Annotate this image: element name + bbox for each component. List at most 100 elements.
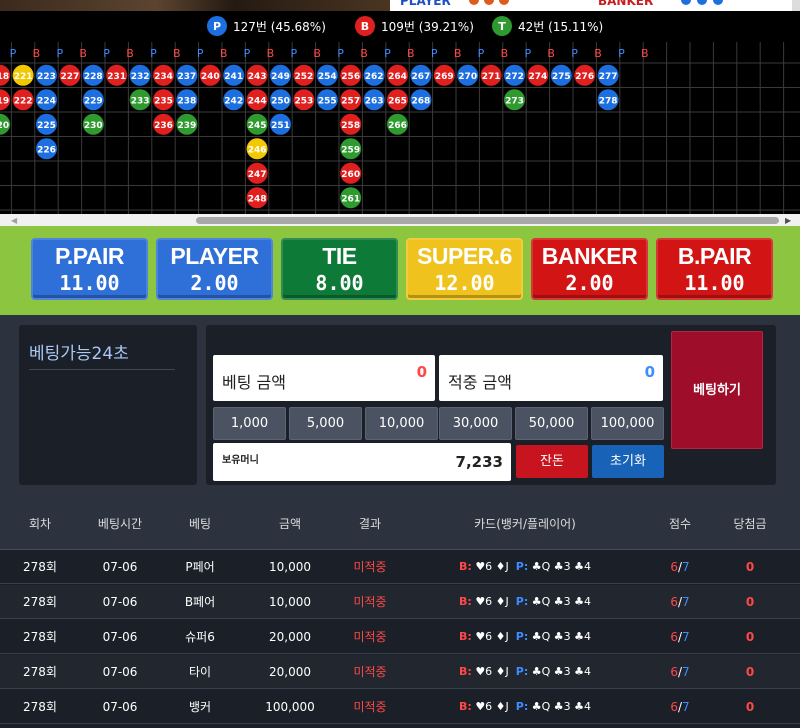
road-bead-number: 272: [505, 72, 524, 82]
road-header-letter: P: [150, 47, 157, 60]
time-cell: 07-06: [102, 699, 138, 714]
table-row: 278회 07-06 B페어 10,000 미적중 B: ♥6 ♦J P: ♣Q ♣3 ♣…: [0, 585, 800, 619]
road-bead-number: 262: [365, 72, 384, 82]
road-bead-number: 259: [341, 145, 360, 155]
result-cell: 미적중: [353, 595, 387, 609]
road-header-letter: P: [244, 47, 251, 60]
bet-cell: 슈퍼6: [185, 630, 215, 644]
cards-cell: B: ♥6 ♦J P: ♣Q ♣3 ♣4: [400, 585, 650, 618]
banker-cards: ♥6 ♦J: [475, 700, 509, 713]
odd-value: 2.00: [190, 271, 239, 295]
top-strip: PLAYER BANKER: [0, 0, 800, 11]
banker-cards-label: B:: [459, 700, 472, 713]
road-bead-number: 229: [84, 96, 103, 106]
player-score: 7: [682, 594, 690, 609]
banker-stat: B 109번 (39.21%): [355, 16, 474, 36]
player-cards-label: P:: [515, 595, 529, 608]
bet-cell: 타이: [188, 665, 212, 679]
road-bead-number: 238: [178, 96, 197, 106]
col-cards: 카드(뱅커/플레이어): [474, 517, 576, 531]
prize-cell: 0: [745, 594, 755, 609]
odd-super6-button[interactable]: SUPER.6 12.00: [406, 238, 523, 300]
banker-stat-text: 109번 (39.21%): [381, 19, 474, 34]
scroll-left-icon[interactable]: ◀: [11, 216, 17, 225]
road-bead-number: 264: [388, 72, 407, 82]
col-round: 회차: [28, 517, 52, 531]
road-header-letter: P: [197, 47, 204, 60]
horizontal-scrollbar[interactable]: ◀ ▶: [0, 214, 800, 226]
score-cell: 6/7: [650, 550, 710, 583]
chip-100000-button[interactable]: 100,000: [591, 407, 664, 440]
road-header-letter: P: [478, 47, 485, 60]
road-grid: P B P B P B P B P B P B P B P B P B P B P B P B P B P B 218 221 223 227…: [0, 42, 800, 214]
road-bead-number: 260: [341, 170, 360, 180]
road-bead-number: 241: [224, 72, 243, 82]
odd-name: B.PAIR: [677, 243, 752, 269]
road-bead-number: 225: [37, 121, 56, 131]
road-bead-number: 278: [599, 96, 618, 106]
odd-player-button[interactable]: PLAYER 2.00: [156, 238, 273, 300]
player-badge: P: [207, 16, 227, 36]
road-header-letter: B: [220, 47, 228, 60]
cards-cell: B: ♥6 ♦J P: ♣Q ♣3 ♣4: [400, 690, 650, 723]
chip-5000-button[interactable]: 5,000: [289, 407, 362, 440]
reset-button[interactable]: 초기화: [592, 445, 664, 478]
banker-cards: ♥6 ♦J: [475, 630, 509, 643]
scrollbar-thumb[interactable]: [196, 217, 779, 224]
player-stat-text: 127번 (45.68%): [233, 19, 326, 34]
time-cell: 07-06: [102, 594, 138, 609]
road-bead-number: 247: [248, 170, 267, 180]
bead-road: P B P B P B P B P B P B P B P B P B P B P B P B P B P B 218 221 223 227…: [0, 42, 800, 214]
small-change-button[interactable]: 잔돈: [516, 445, 588, 478]
win-amount-value: 0: [644, 363, 655, 381]
chip-10000-button[interactable]: 10,000: [365, 407, 438, 440]
place-bet-button[interactable]: 베팅하기: [671, 331, 763, 449]
odd-name: PLAYER: [170, 243, 259, 269]
round-cell: 278회: [23, 630, 57, 644]
road-bead-number: 244: [248, 96, 267, 106]
vertical-scrollbar[interactable]: [792, 0, 800, 11]
player-label: PLAYER: [400, 0, 451, 8]
table-row: 278회 07-06 P페어 10,000 미적중 B: ♥6 ♦J P: ♣Q ♣3 ♣…: [0, 550, 800, 584]
chip-50000-button[interactable]: 50,000: [515, 407, 588, 440]
odd-name: BANKER: [541, 243, 638, 269]
player-score: 7: [682, 699, 690, 714]
timer-underline: [29, 369, 175, 370]
road-header-letter: P: [618, 47, 625, 60]
banker-cards: ♥6 ♦J: [475, 595, 509, 608]
chip-1000-button[interactable]: 1,000: [213, 407, 286, 440]
road-header-letter: B: [313, 47, 321, 60]
odd-bpair-button[interactable]: B.PAIR 11.00: [656, 238, 773, 300]
amount-cell: 20,000: [269, 629, 311, 644]
result-cell: 미적중: [353, 560, 387, 574]
col-amount: 금액: [278, 517, 302, 531]
road-header-letter: B: [594, 47, 602, 60]
odd-banker-button[interactable]: BANKER 2.00: [531, 238, 648, 300]
banker-cards-label: B:: [459, 665, 472, 678]
scroll-right-icon[interactable]: ▶: [785, 216, 791, 225]
odd-tie-button[interactable]: TIE 8.00: [281, 238, 398, 300]
road-bead-number: 261: [341, 194, 360, 204]
banker-cards: ♥6 ♦J: [475, 665, 509, 678]
win-amount-label: 적중 금액: [448, 373, 512, 392]
odd-name: SUPER.6: [417, 243, 512, 269]
chip-30000-button[interactable]: 30,000: [439, 407, 512, 440]
road-bead-number: 251: [271, 121, 290, 131]
player-cards-label: P:: [515, 700, 529, 713]
odd-ppair-button[interactable]: P.PAIR 11.00: [31, 238, 148, 300]
odd-value: 8.00: [315, 271, 364, 295]
banker-cards-label: B:: [459, 630, 472, 643]
prize-cell: 0: [745, 664, 755, 679]
road-header-letter: P: [431, 47, 438, 60]
win-amount-box: 적중 금액 0: [439, 355, 663, 401]
road-bead-number: 268: [412, 96, 431, 106]
banker-score: 6: [670, 559, 678, 574]
road-header-letter: P: [10, 47, 17, 60]
score-cell: 6/7: [650, 690, 710, 723]
bet-amount-box: 베팅 금액 0: [213, 355, 435, 401]
bet-amount-label: 베팅 금액: [222, 373, 286, 392]
road-bead-number: 219: [0, 96, 9, 106]
road-bead-number: 254: [318, 72, 337, 82]
result-cell: 미적중: [353, 630, 387, 644]
bet-control: 베팅 금액 0 적중 금액 0 1,000 5,000 10,000 30,00…: [206, 325, 776, 485]
